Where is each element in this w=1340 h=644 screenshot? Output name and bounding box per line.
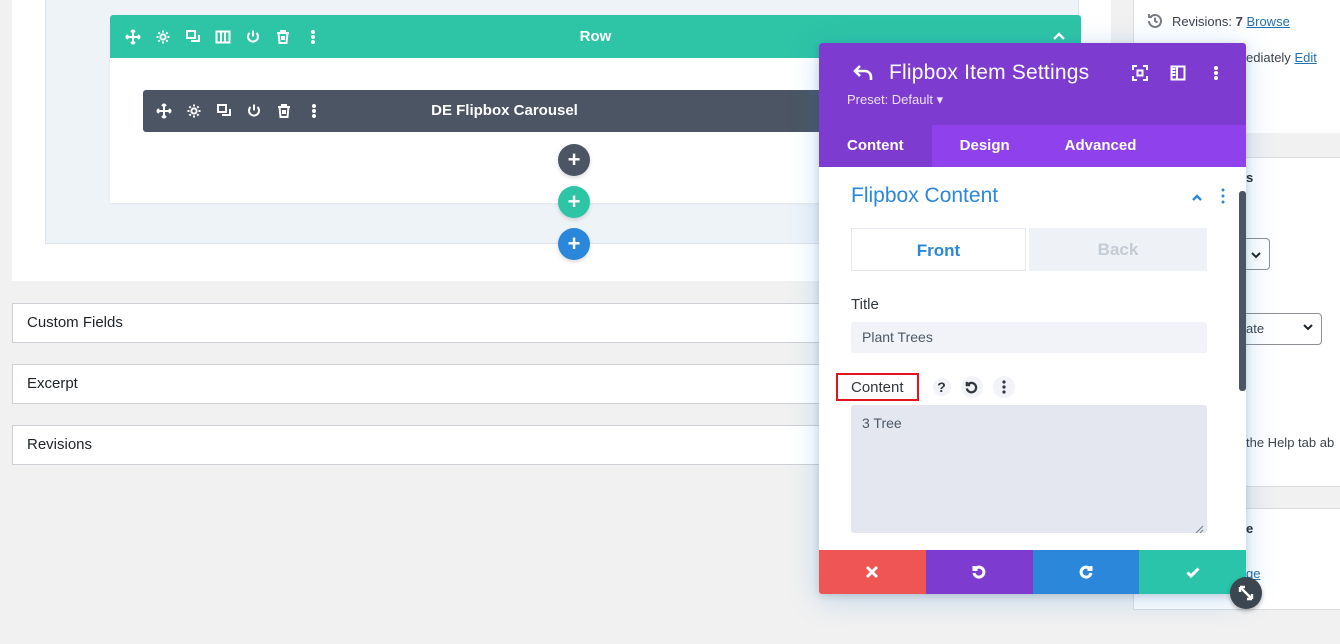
- chevron-down-icon: [1302, 314, 1314, 331]
- parent-select[interactable]: [1244, 238, 1270, 270]
- undo-button[interactable]: [925, 550, 1033, 594]
- tab-advanced[interactable]: Advanced: [1038, 125, 1165, 167]
- revisions-count: 7: [1235, 13, 1243, 29]
- section-more-icon[interactable]: [1217, 187, 1229, 205]
- back-toggle[interactable]: Back: [1029, 228, 1207, 271]
- undo-icon: [972, 565, 986, 579]
- title-label: Title: [851, 296, 879, 313]
- fullscreen-icon[interactable]: [1132, 65, 1148, 81]
- chevron-up-icon[interactable]: [1191, 191, 1203, 203]
- check-icon: [1186, 567, 1200, 579]
- box-heading: s: [1246, 170, 1254, 185]
- modal-footer: [819, 550, 1246, 594]
- add-section-button[interactable]: +: [558, 228, 590, 260]
- chevron-up-icon[interactable]: [1051, 28, 1067, 44]
- tab-design[interactable]: Design: [932, 125, 1038, 167]
- resize-grip-icon[interactable]: [1194, 521, 1204, 534]
- box3-heading: e: [1246, 521, 1254, 536]
- front-toggle[interactable]: Front: [851, 228, 1026, 271]
- template-select-value: ate: [1246, 321, 1265, 336]
- reset-icon[interactable]: [960, 376, 983, 398]
- revisions-line: Revisions: 7 Browse: [1146, 12, 1290, 30]
- content-field-header: Content ?: [836, 373, 1015, 401]
- modal-tabs: Content Design Advanced: [819, 125, 1246, 167]
- publish-immediately: ediately Edit: [1246, 50, 1317, 65]
- section-title[interactable]: Flipbox Content: [851, 184, 998, 208]
- more-options-icon[interactable]: [1208, 65, 1224, 81]
- modal-resize-handle[interactable]: [1230, 577, 1262, 609]
- help-icon[interactable]: ?: [932, 378, 951, 396]
- edit-link[interactable]: Edit: [1294, 50, 1316, 65]
- title-input[interactable]: Plant Trees: [851, 322, 1207, 353]
- modal-title: Flipbox Item Settings: [889, 61, 1090, 84]
- template-select[interactable]: ate: [1246, 313, 1322, 345]
- help-text: the Help tab ab: [1246, 435, 1335, 450]
- module-title: DE Flipbox Carousel: [431, 102, 578, 119]
- preset-dropdown[interactable]: Preset: Default ▾: [847, 92, 943, 108]
- immediately-text: ediately: [1246, 50, 1291, 65]
- module-toolbar[interactable]: DE Flipbox Carousel: [143, 90, 863, 132]
- redo-icon: [1079, 565, 1093, 579]
- close-icon: [866, 565, 879, 579]
- chevron-down-icon: [1250, 248, 1262, 260]
- modal-body: Flipbox Content Front Back Title Plant T…: [819, 167, 1246, 550]
- content-text: 3 Tree: [862, 415, 902, 431]
- back-arrow-icon[interactable]: [852, 63, 874, 83]
- add-row-button[interactable]: +: [558, 186, 590, 218]
- redo-button[interactable]: [1032, 550, 1140, 594]
- cancel-button[interactable]: [819, 550, 926, 594]
- revisions-label: Revisions:: [1172, 13, 1232, 29]
- history-icon: [1148, 13, 1162, 28]
- modal-header: Flipbox Item Settings Preset: Default ▾: [819, 43, 1246, 125]
- settings-modal: Flipbox Item Settings Preset: Default ▾ …: [819, 43, 1246, 594]
- add-module-button[interactable]: +: [558, 144, 590, 176]
- browse-link[interactable]: Browse: [1246, 14, 1289, 29]
- modal-scrollbar[interactable]: [1239, 191, 1246, 391]
- tab-content[interactable]: Content: [819, 125, 932, 167]
- field-more-icon[interactable]: [992, 376, 1015, 398]
- sidebar-layout-icon[interactable]: [1170, 65, 1186, 81]
- content-label: Content: [836, 373, 919, 401]
- content-textarea[interactable]: 3 Tree: [851, 405, 1207, 534]
- resize-diagonal-icon: [1238, 585, 1254, 601]
